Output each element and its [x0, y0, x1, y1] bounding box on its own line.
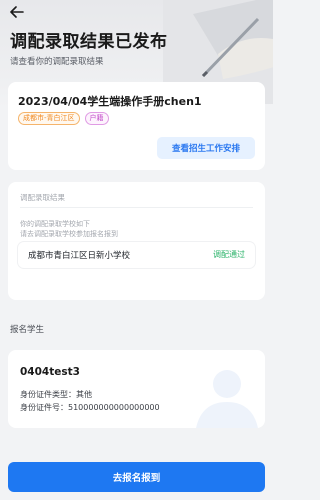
result-section-label: 调配录取结果 [20, 193, 65, 202]
student-name: 0404test3 [20, 366, 80, 378]
plan-title: 2023/04/04学生端操作手册chen1 [18, 95, 202, 108]
result-description-2: 请去调配录取学校参加报名报到 [20, 230, 118, 238]
school-name: 成都市青白江区日新小学校 [28, 251, 131, 261]
divider [20, 207, 253, 208]
id-number: 身份证件号：510000000000000000 [20, 403, 160, 412]
status-badge: 调配通过 [213, 250, 245, 259]
result-description-1: 你的调配录取学校如下 [20, 220, 90, 228]
region-tag: 成都市-青白江区 [18, 112, 80, 125]
page-title: 调配录取结果已发布 [10, 32, 168, 52]
plan-tags: 成都市-青白江区 户籍 [18, 112, 109, 125]
student-card: 0404test3 身份证件类型：其他 身份证件号：51000000000000… [8, 350, 265, 428]
students-section-label: 报名学生 [10, 325, 45, 335]
category-tag: 户籍 [84, 112, 109, 125]
back-button[interactable] [8, 4, 26, 20]
admission-result-card: 调配录取结果 你的调配录取学校如下 请去调配录取学校参加报名报到 成都市青白江区… [8, 182, 265, 300]
register-button[interactable]: 去报名报到 [8, 462, 265, 492]
page-subtitle: 请查看你的调配录取结果 [10, 57, 104, 67]
view-work-arrangement-button[interactable]: 查看招生工作安排 [157, 137, 255, 159]
id-type: 身份证件类型：其他 [20, 390, 92, 399]
person-icon [196, 370, 258, 428]
plan-card: 2023/04/04学生端操作手册chen1 成都市-青白江区 户籍 查看招生工… [8, 82, 265, 170]
admitted-school-row: 成都市青白江区日新小学校 调配通过 [18, 242, 255, 268]
arrow-left-icon [10, 6, 24, 18]
